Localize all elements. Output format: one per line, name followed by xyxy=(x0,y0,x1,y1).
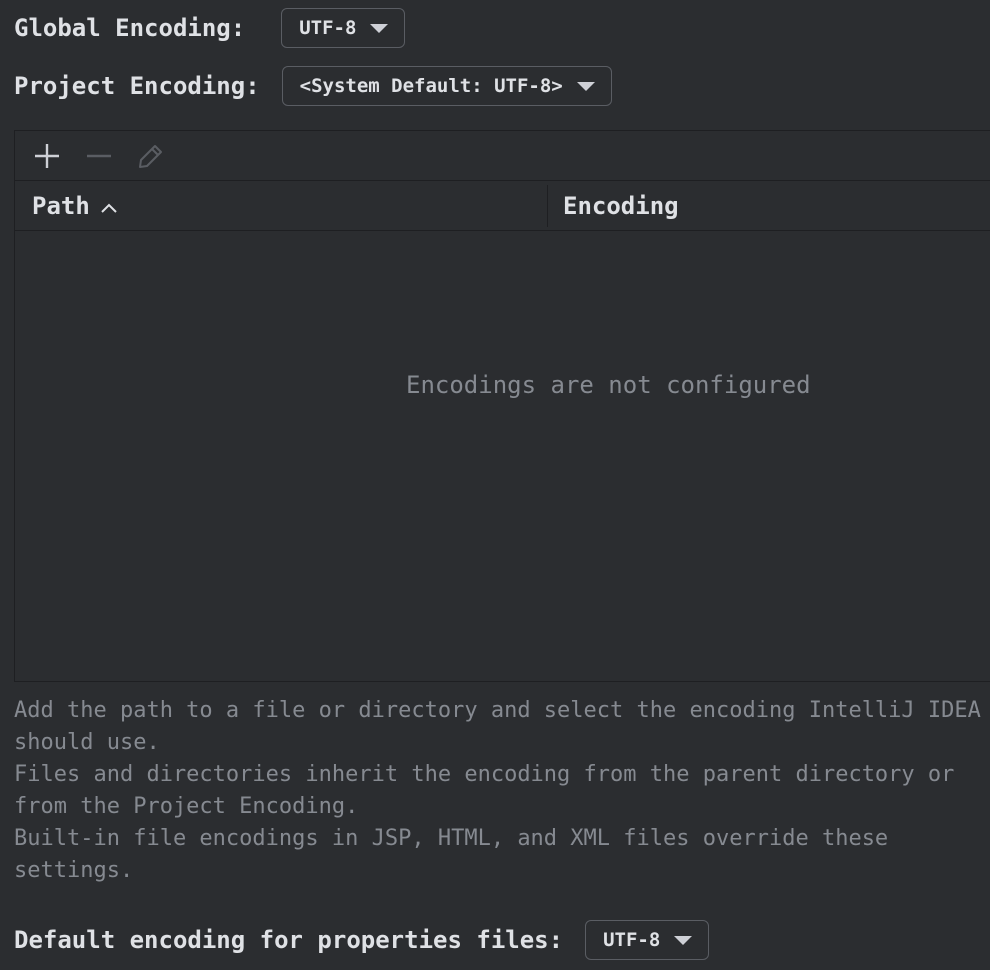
table-header: Path Encoding xyxy=(15,181,990,231)
column-header-encoding-label: Encoding xyxy=(563,191,679,220)
project-encoding-value: <System Default: UTF-8> xyxy=(299,75,563,97)
plus-icon xyxy=(35,143,59,168)
file-encodings-settings: Global Encoding: UTF-8 Project Encoding:… xyxy=(0,0,990,970)
properties-encoding-combobox[interactable]: UTF-8 xyxy=(585,920,710,960)
properties-encoding-label: Default encoding for properties files: xyxy=(14,926,564,954)
edit-button[interactable] xyxy=(131,136,171,176)
add-button[interactable] xyxy=(27,136,67,176)
global-encoding-combobox[interactable]: UTF-8 xyxy=(281,8,406,48)
chevron-down-icon xyxy=(674,935,693,945)
column-divider[interactable] xyxy=(547,185,548,227)
global-encoding-label: Global Encoding: xyxy=(14,14,246,42)
chevron-down-icon xyxy=(370,23,389,33)
chevron-down-icon xyxy=(576,81,595,91)
minus-icon xyxy=(87,154,111,157)
global-encoding-row: Global Encoding: UTF-8 xyxy=(14,8,406,48)
project-encoding-combobox[interactable]: <System Default: UTF-8> xyxy=(281,66,612,106)
global-encoding-value: UTF-8 xyxy=(299,17,357,39)
chevron-up-icon xyxy=(100,192,118,220)
help-line-2: Files and directories inherit the encodi… xyxy=(14,762,955,819)
table-toolbar xyxy=(15,131,990,181)
pencil-icon xyxy=(139,144,162,168)
project-encoding-row: Project Encoding: <System Default: UTF-8… xyxy=(14,66,612,106)
column-header-encoding[interactable]: Encoding xyxy=(563,192,679,220)
properties-encoding-row: Default encoding for properties files: U… xyxy=(14,920,710,960)
table-body[interactable]: Encodings are not configured xyxy=(15,231,990,681)
help-text: Add the path to a file or directory and … xyxy=(14,695,984,887)
column-header-path-label: Path xyxy=(32,191,90,220)
properties-encoding-value: UTF-8 xyxy=(603,929,661,951)
help-line-3: Built-in file encodings in JSP, HTML, an… xyxy=(14,826,889,883)
empty-table-text: Encodings are not configured xyxy=(406,371,811,399)
column-header-path[interactable]: Path xyxy=(32,192,118,220)
project-encoding-label: Project Encoding: xyxy=(14,72,260,100)
remove-button[interactable] xyxy=(79,136,119,176)
help-line-1: Add the path to a file or directory and … xyxy=(14,698,981,755)
path-encoding-table-panel: Path Encoding Encodings are not configur… xyxy=(14,130,990,682)
